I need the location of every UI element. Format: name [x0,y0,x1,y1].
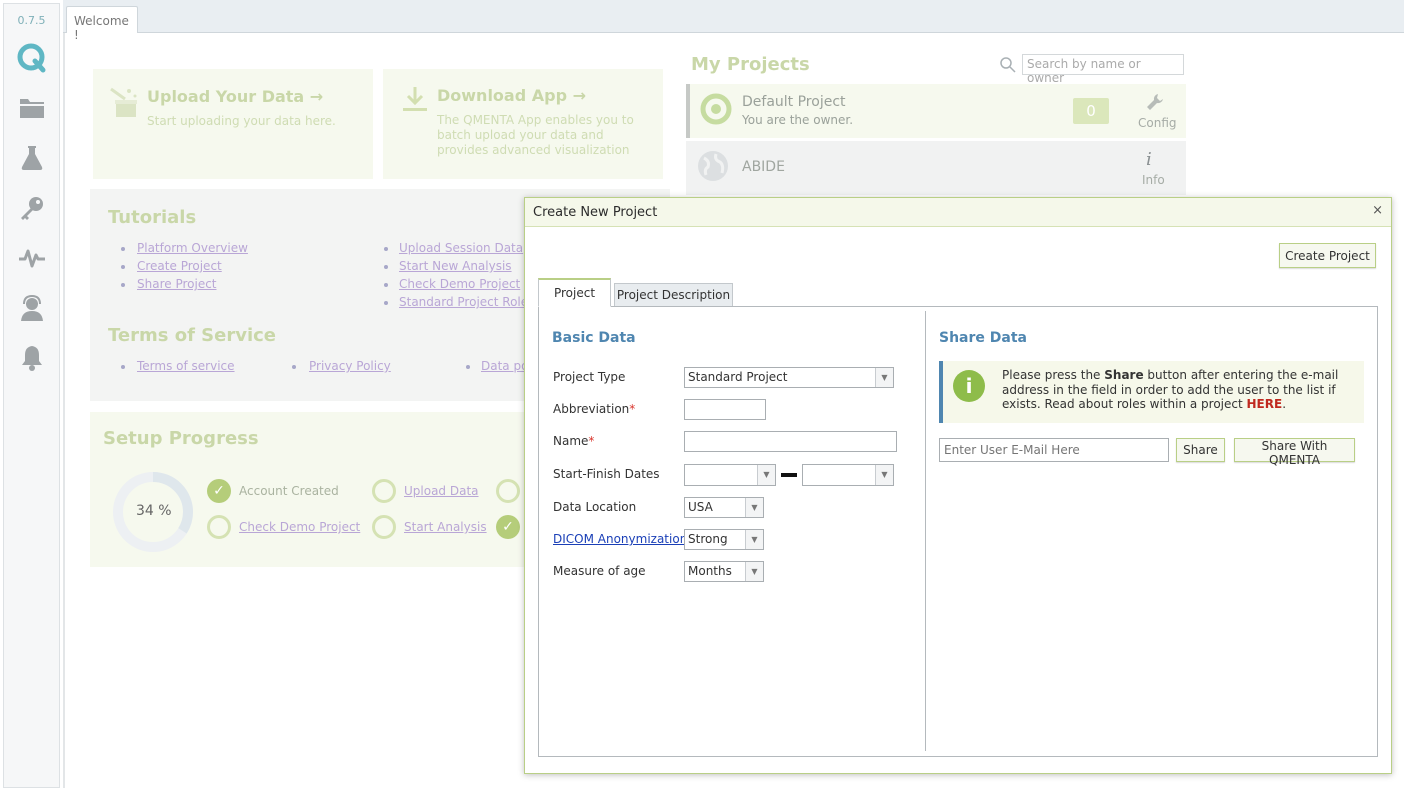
data-location-select[interactable]: USA ▼ [684,497,764,518]
check-pending-icon [372,479,396,503]
tutorial-link[interactable]: Upload Session Data [399,241,523,255]
magic-wand-icon [107,85,141,122]
start-date-picker[interactable]: ▼ [684,464,776,486]
tutorial-link[interactable]: Check Demo Project [399,277,520,291]
data-location-label: Data Location [553,500,637,514]
setup-title: Setup Progress [103,428,259,449]
check-done-icon: ✓ [496,515,520,539]
share-data-heading: Share Data [939,330,1027,346]
dicom-anonymization-link[interactable]: DICOM Anonymization [553,532,687,546]
download-card[interactable]: Download App → The QMENTA App enables yo… [383,69,663,179]
chevron-down-icon: ▼ [757,465,775,485]
download-text-1: The QMENTA App enables you to [437,113,634,127]
check-pending-icon [207,515,231,539]
share-info-text: Please press the Share button after ente… [1002,368,1339,411]
dicom-value: Strong [688,532,728,546]
basic-data-heading: Basic Data [552,330,636,346]
project-status-icon [700,93,732,128]
project-row-abide[interactable]: ABIDE i Info [686,141,1186,195]
abbreviation-label: Abbreviation* [553,402,636,416]
project-owner: You are the owner. [742,113,854,127]
download-icon [401,85,429,116]
check-pending-icon [496,479,520,503]
name-input[interactable] [684,431,897,452]
share-info-box: i Please press the Share button after en… [939,361,1364,423]
share-button[interactable]: Share [1176,438,1225,462]
chevron-down-icon: ▼ [745,562,763,581]
chevron-down-icon: ▼ [745,498,763,517]
tutorial-link[interactable]: Share Project [137,277,217,291]
name-label: Name* [553,434,595,448]
roles-here-link[interactable]: HERE [1247,397,1283,411]
info-icon: i [1146,149,1152,170]
dicom-anonymization-select[interactable]: Strong ▼ [684,529,764,550]
dialog-title: Create New Project [533,205,658,220]
data-location-value: USA [688,500,713,514]
project-count-badge: 0 [1073,98,1109,124]
data-policy-link[interactable]: Data po [481,359,528,373]
globe-icon [696,149,730,186]
tutorial-link[interactable]: Platform Overview [137,241,248,255]
setup-item-link[interactable]: Check Demo Project [239,520,360,534]
close-icon[interactable]: × [1372,203,1383,218]
tab-project-description[interactable]: Project Description [614,283,733,307]
project-type-select[interactable]: Standard Project ▼ [684,367,894,388]
tutorial-link[interactable]: Start New Analysis [399,259,512,273]
project-type-value: Standard Project [688,370,788,384]
measure-age-value: Months [688,564,732,578]
upload-card[interactable]: Upload Your Data → Start uploading your … [93,69,373,179]
dialog-header: Create New Project × [525,198,1391,227]
upload-title[interactable]: Upload Your Data → [147,87,323,106]
abbreviation-input[interactable] [684,399,766,420]
info-circle-icon: i [953,370,985,402]
terms-title: Terms of Service [108,325,277,346]
tab-project[interactable]: Project [538,278,611,307]
create-project-dialog: Create New Project × Create Project Proj… [524,197,1392,774]
share-email-input[interactable] [939,438,1169,462]
measure-age-label: Measure of age [553,564,646,578]
search-icon [999,56,1016,76]
chevron-down-icon: ▼ [875,368,893,387]
privacy-link[interactable]: Privacy Policy [309,359,391,373]
check-pending-icon [372,515,396,539]
terms-link[interactable]: Terms of service [137,359,235,373]
panel-divider [925,311,926,751]
setup-item-link[interactable]: Upload Data [404,484,479,498]
measure-age-select[interactable]: Months ▼ [684,561,764,582]
tutorials-title: Tutorials [108,207,197,228]
info-link[interactable]: Info [1142,173,1165,187]
project-name: ABIDE [742,159,785,175]
create-project-button[interactable]: Create Project [1279,243,1376,268]
project-search-input[interactable]: Search by name or owner [1022,54,1184,85]
share-with-qmenta-button[interactable]: Share With QMENTA [1234,438,1355,467]
wrench-icon [1146,93,1164,114]
project-tab-panel: Basic Data Project Type Standard Project… [538,306,1378,757]
upload-text: Start uploading your data here. [147,114,336,128]
date-range-dash [781,473,797,477]
finish-date-picker[interactable]: ▼ [802,464,894,486]
tutorial-link[interactable]: Standard Project Roles [399,295,534,309]
chevron-down-icon: ▼ [875,465,893,485]
download-text-2: batch upload your data and [437,128,604,142]
config-link[interactable]: Config [1138,116,1177,130]
check-done-icon: ✓ [207,479,231,503]
my-projects-title: My Projects [691,54,810,75]
project-type-label: Project Type [553,370,626,384]
project-name: Default Project [742,94,846,110]
download-text-3: provides advanced visualization [437,143,630,157]
tutorial-link[interactable]: Create Project [137,259,222,273]
setup-percent: 34 % [136,503,172,519]
download-title[interactable]: Download App → [437,86,586,105]
chevron-down-icon: ▼ [745,530,763,549]
dates-label: Start-Finish Dates [553,467,660,481]
setup-item: Account Created [239,484,339,498]
setup-item-link[interactable]: Start Analysis [404,520,487,534]
project-row-default[interactable]: Default Project You are the owner. Confi… [686,84,1186,138]
